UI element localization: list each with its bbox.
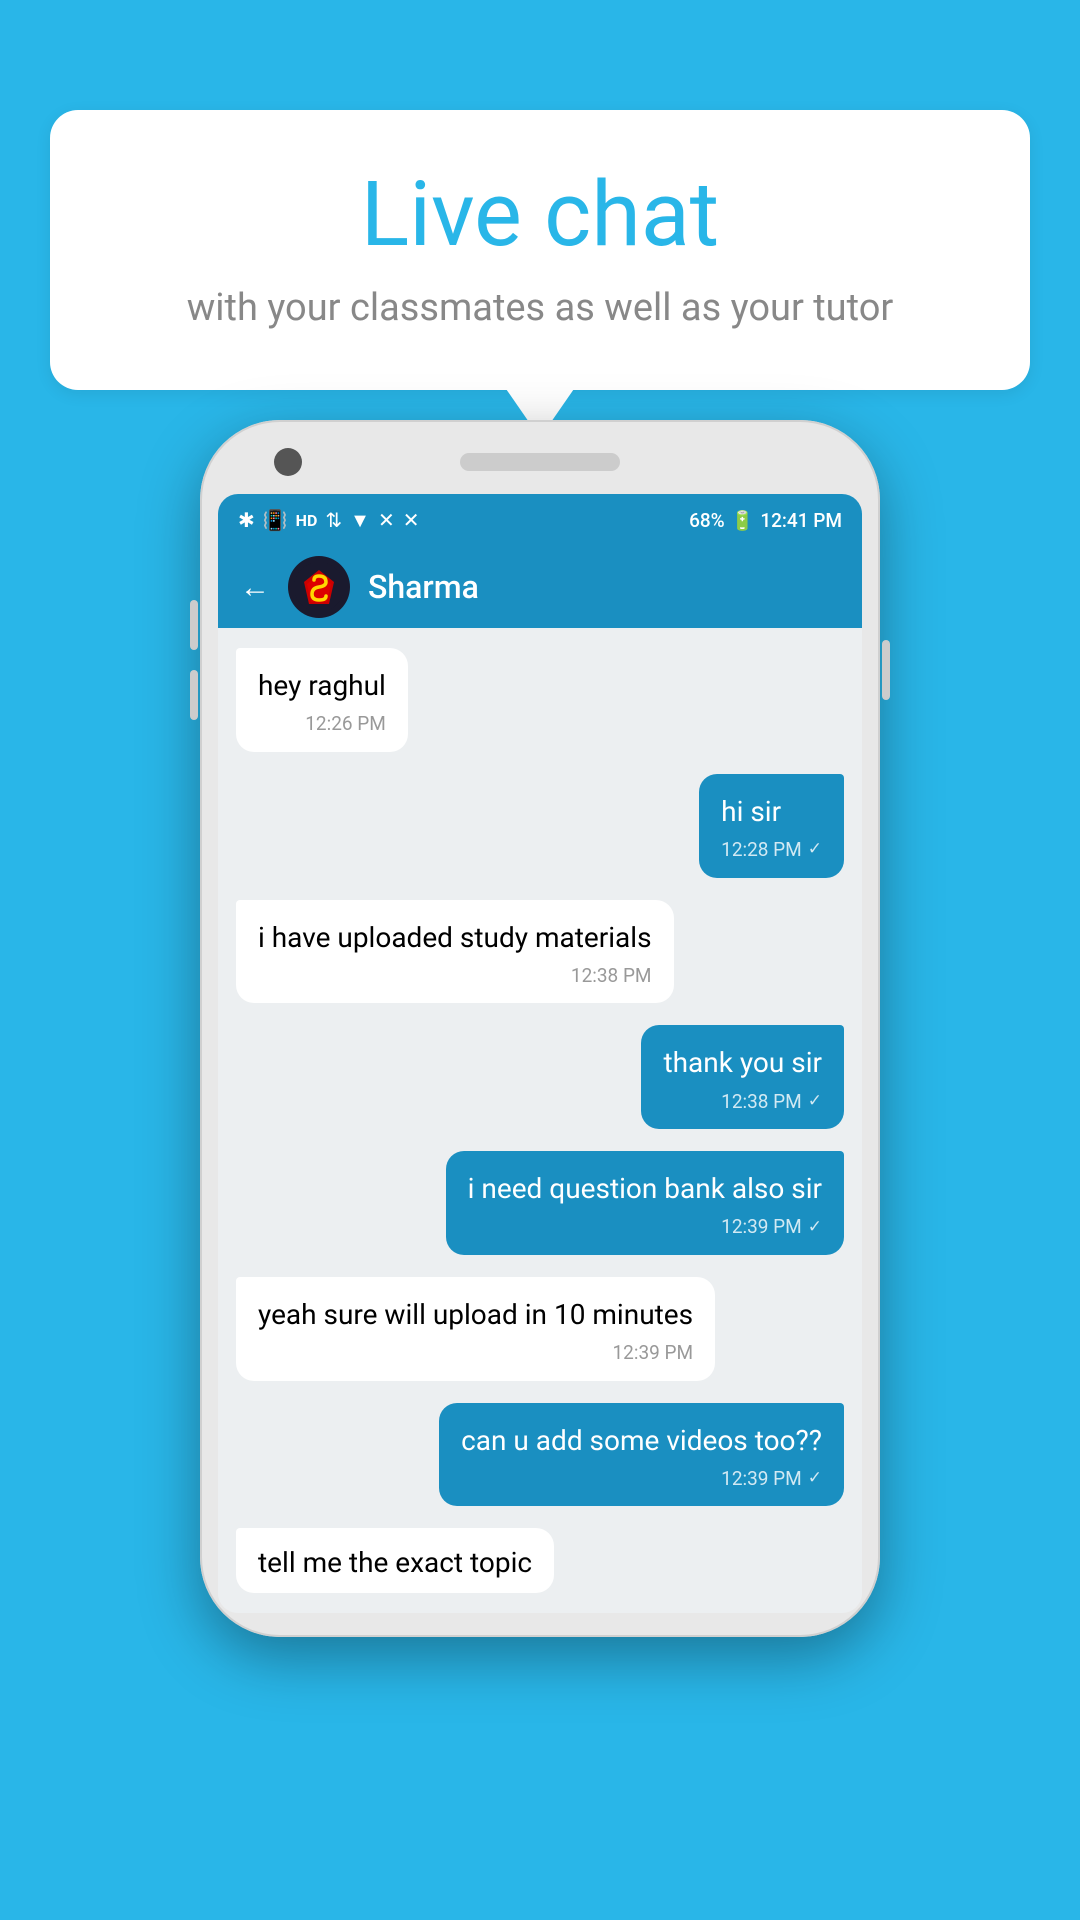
- message-4: thank you sir 12:38 PM ✓: [641, 1025, 844, 1129]
- message-4-check-icon: ✓: [808, 1090, 822, 1114]
- message-5-meta: 12:39 PM ✓: [468, 1214, 822, 1241]
- message-3: i have uploaded study materials 12:38 PM: [236, 900, 674, 1004]
- message-2-check-icon: ✓: [808, 838, 822, 862]
- chat-area: hey raghul 12:26 PM hi sir 12:28 PM ✓ i …: [218, 628, 862, 1613]
- status-left-icons: ✱ 📳 HD ⇅ ▼ ✕ ✕: [238, 508, 419, 533]
- message-1: hey raghul 12:26 PM: [236, 648, 408, 752]
- power-button: [882, 640, 890, 700]
- message-1-time: 12:26 PM: [305, 711, 386, 738]
- data-icon: ✕: [403, 508, 420, 532]
- message-4-text: thank you sir: [663, 1043, 822, 1082]
- phone-outer: ✱ 📳 HD ⇅ ▼ ✕ ✕ 68% 🔋 12:41 PM ←: [200, 420, 880, 1637]
- message-3-meta: 12:38 PM: [258, 963, 652, 990]
- chat-header: ← Sharma: [218, 546, 862, 628]
- message-6-time: 12:39 PM: [612, 1340, 693, 1367]
- message-7-text: can u add some videos too??: [461, 1421, 822, 1460]
- phone-screen: ✱ 📳 HD ⇅ ▼ ✕ ✕ 68% 🔋 12:41 PM ←: [218, 494, 862, 1613]
- wifi-icon: ▼: [350, 508, 370, 533]
- superman-logo-icon: [294, 562, 344, 612]
- volume-up-button: [190, 600, 198, 650]
- message-6-text: yeah sure will upload in 10 minutes: [258, 1295, 693, 1334]
- phone-mockup: ✱ 📳 HD ⇅ ▼ ✕ ✕ 68% 🔋 12:41 PM ←: [200, 420, 880, 1637]
- message-7: can u add some videos too?? 12:39 PM ✓: [439, 1403, 844, 1507]
- contact-name: Sharma: [368, 568, 479, 606]
- message-8-text: tell me the exact topic: [258, 1546, 532, 1579]
- message-5-check-icon: ✓: [808, 1216, 822, 1240]
- battery-percent: 68%: [689, 509, 725, 532]
- back-button[interactable]: ←: [240, 570, 270, 605]
- hd-icon: HD: [296, 511, 318, 530]
- status-bar: ✱ 📳 HD ⇅ ▼ ✕ ✕ 68% 🔋 12:41 PM: [218, 494, 862, 546]
- message-4-time: 12:38 PM: [721, 1089, 802, 1116]
- message-6-meta: 12:39 PM: [258, 1340, 693, 1367]
- avatar: [288, 556, 350, 618]
- sync-icon: ⇅: [325, 508, 342, 532]
- battery-icon: 🔋: [731, 509, 755, 532]
- message-1-text: hey raghul: [258, 666, 386, 705]
- signal-icon: ✕: [378, 508, 395, 532]
- message-5-text: i need question bank also sir: [468, 1169, 822, 1208]
- message-2-time: 12:28 PM: [721, 837, 802, 864]
- volume-down-button: [190, 670, 198, 720]
- vibrate-icon: 📳: [263, 508, 288, 532]
- message-2: hi sir 12:28 PM ✓: [699, 774, 844, 878]
- message-6: yeah sure will upload in 10 minutes 12:3…: [236, 1277, 715, 1381]
- status-right-info: 68% 🔋 12:41 PM: [689, 509, 842, 532]
- message-5: i need question bank also sir 12:39 PM ✓: [446, 1151, 844, 1255]
- message-3-time: 12:38 PM: [571, 963, 652, 990]
- bubble-title: Live chat: [120, 165, 960, 264]
- speech-bubble-container: Live chat with your classmates as well a…: [50, 110, 1030, 390]
- message-3-text: i have uploaded study materials: [258, 918, 652, 957]
- phone-top-hardware: [218, 444, 862, 480]
- speech-bubble: Live chat with your classmates as well a…: [50, 110, 1030, 390]
- message-7-time: 12:39 PM: [721, 1466, 802, 1493]
- bluetooth-icon: ✱: [238, 508, 255, 532]
- message-5-time: 12:39 PM: [721, 1214, 802, 1241]
- message-7-check-icon: ✓: [808, 1467, 822, 1491]
- message-4-meta: 12:38 PM ✓: [663, 1089, 822, 1116]
- message-7-meta: 12:39 PM ✓: [461, 1466, 822, 1493]
- bubble-subtitle: with your classmates as well as your tut…: [120, 282, 960, 335]
- front-camera: [274, 448, 302, 476]
- message-8-partial: tell me the exact topic: [236, 1528, 554, 1593]
- clock: 12:41 PM: [760, 509, 842, 532]
- message-2-text: hi sir: [721, 792, 822, 831]
- speaker-grille: [460, 453, 620, 471]
- message-1-meta: 12:26 PM: [258, 711, 386, 738]
- message-2-meta: 12:28 PM ✓: [721, 837, 822, 864]
